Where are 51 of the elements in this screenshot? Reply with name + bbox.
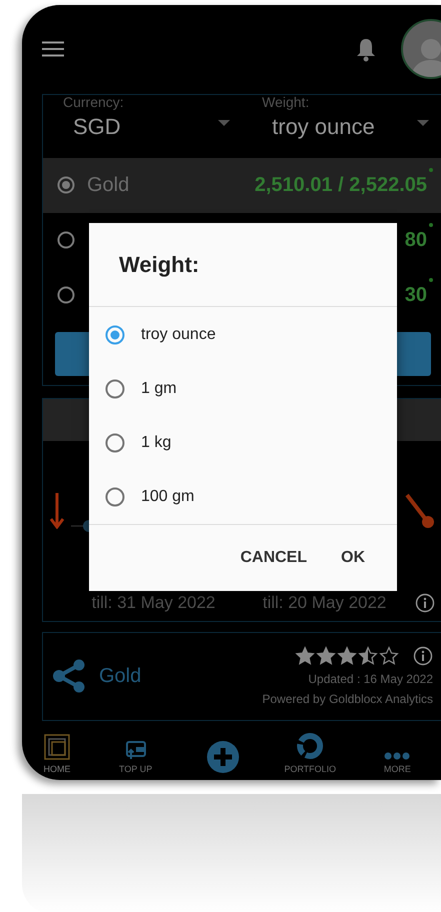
star-icon	[379, 646, 399, 666]
stacked-squares-icon[interactable]	[44, 734, 70, 760]
star-icon	[358, 646, 378, 666]
radio-button[interactable]	[105, 379, 125, 400]
metal-name: Gold	[99, 664, 142, 688]
date-label: till: 31 May 2022	[90, 592, 216, 613]
option-label: troy ounce	[141, 326, 216, 344]
trend-line-drawing	[405, 492, 435, 529]
status-dot	[429, 168, 433, 172]
ring-chart-icon[interactable]	[296, 732, 324, 760]
nav-tab[interactable]: TOP UP	[92, 722, 180, 774]
nav-tab[interactable]: HOME	[22, 722, 92, 774]
dialog-button[interactable]: CANCEL	[228, 541, 319, 576]
dropdown[interactable]: SGD	[63, 114, 242, 140]
metal-name: Gold	[87, 174, 130, 197]
status-dot	[429, 278, 433, 282]
info-icon[interactable]	[413, 646, 433, 666]
radio-button[interactable]	[105, 487, 125, 508]
status-dot	[429, 222, 433, 227]
nav-tab[interactable]: MORE	[354, 722, 441, 774]
add-icon[interactable]	[206, 740, 240, 774]
nav-tab[interactable]: PORTFOLIO	[266, 722, 354, 774]
price-value: 30	[404, 284, 427, 307]
option-label: 1 gm	[141, 380, 177, 398]
wallet-icon[interactable]	[124, 740, 147, 760]
radio-button[interactable]	[57, 231, 75, 250]
dialog-button[interactable]: OK	[329, 541, 377, 576]
menu-icon[interactable]	[42, 41, 64, 58]
option-label: 1 kg	[141, 434, 172, 452]
dialog-title: Weight:	[89, 223, 397, 308]
powered-by-text: Powered by Goldblocx Analytics	[262, 692, 433, 706]
price-value: 2,510.01 / 2,522.05	[254, 174, 427, 197]
more-icon[interactable]	[384, 752, 410, 760]
date-label: till: 20 May 2022	[262, 592, 388, 613]
radio-button[interactable]	[57, 286, 75, 304]
dropdown[interactable]: troy ounce	[262, 114, 441, 140]
radio-button[interactable]	[105, 433, 125, 454]
bell-icon[interactable]	[355, 36, 377, 62]
field-label: Weight:	[262, 94, 310, 110]
down-arrow-icon	[49, 492, 65, 529]
option-label: 100 gm	[141, 488, 194, 506]
star-icon	[295, 646, 315, 666]
radio-button[interactable]	[105, 325, 125, 346]
info-icon[interactable]	[415, 592, 435, 613]
star-icon	[316, 646, 336, 666]
star-icon	[337, 646, 357, 666]
share-icon[interactable]	[51, 658, 87, 694]
field-label: Currency:	[63, 94, 125, 110]
updated-date: Updated : 16 May 2022	[308, 672, 433, 686]
price-value: 80	[404, 228, 427, 252]
radio-button[interactable]	[57, 176, 75, 194]
